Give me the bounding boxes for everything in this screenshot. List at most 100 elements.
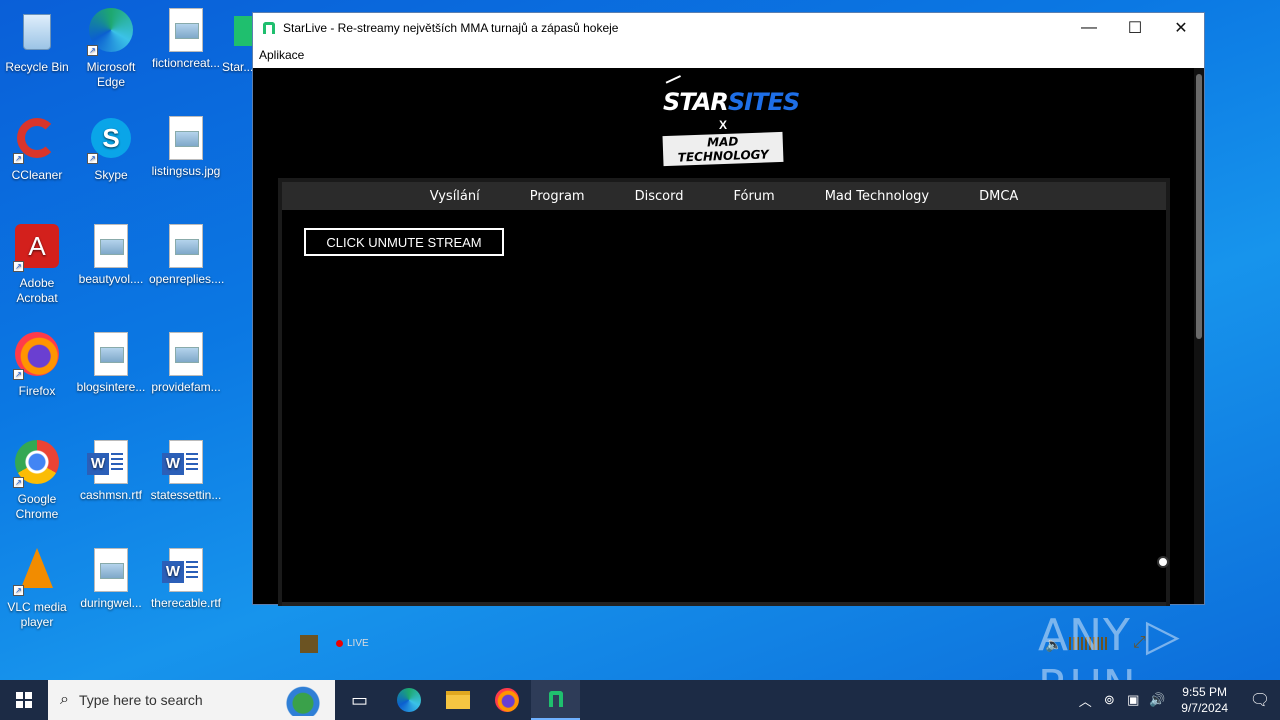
taskbar-search[interactable]: ⌕ Type here to search [48, 680, 335, 720]
nav-vysilani[interactable]: Vysílání [405, 189, 505, 204]
logo-mad-technology-text: MAD TECHNOLOGY [662, 131, 784, 167]
firefox-icon [494, 688, 519, 712]
live-label: LIVE [347, 638, 369, 649]
search-highlight-icon [261, 684, 331, 716]
taskbar-starlive[interactable] [531, 680, 580, 720]
window-title: StarLive - Re-streamy největších MMA tur… [283, 21, 619, 35]
desktop-icon-therecable[interactable]: W therecable.rtf [149, 548, 223, 611]
desktop-icon-label: Microsoft Edge [86, 60, 136, 89]
desktop-icon-label: Adobe Acrobat [16, 276, 58, 305]
desktop-icon-microsoft-edge[interactable]: ↗ Microsoft Edge [74, 8, 148, 90]
nav-discord[interactable]: Discord [610, 189, 709, 204]
ccleaner-icon: ↗ [13, 116, 61, 164]
nav-forum[interactable]: Fórum [708, 189, 799, 204]
desktop: Recycle Bin ↗ Microsoft Edge fictioncrea… [0, 0, 252, 680]
image-file-icon [94, 332, 128, 376]
desktop-icon-label: blogsintere... [76, 380, 146, 394]
desktop-icon-statessettin[interactable]: W statessettin... [149, 440, 223, 503]
desktop-icon-openreplies[interactable]: openreplies.... [149, 224, 224, 287]
volume-icon[interactable]: 🔊 [1145, 692, 1169, 708]
desktop-icon-google-chrome[interactable]: ↗ Google Chrome [0, 440, 74, 522]
skype-icon: S ↗ [87, 116, 135, 164]
start-button[interactable] [0, 680, 48, 720]
chevron-up-icon[interactable]: ︿ [1073, 691, 1097, 710]
desktop-icon-recycle-bin[interactable]: Recycle Bin [0, 8, 74, 75]
desktop-icon-label: Star... [222, 60, 252, 74]
task-view-button[interactable]: ▭ [335, 680, 384, 720]
desktop-icon-label: Google Chrome [15, 492, 59, 521]
desktop-icon-label: beautyvol.... [78, 272, 144, 286]
desktop-icon-firefox[interactable]: ↗ Firefox [0, 332, 74, 399]
desktop-icon-blogsintere[interactable]: blogsintere... [74, 332, 148, 395]
vlc-icon: ↗ [13, 548, 61, 596]
desktop-icon-starlive[interactable]: Star... [222, 8, 252, 75]
menu-bar: Aplikace [253, 43, 1204, 68]
nav-program[interactable]: Program [505, 189, 610, 204]
desktop-icon-providefam[interactable]: providefam... [149, 332, 223, 395]
menu-aplikace[interactable]: Aplikace [259, 48, 304, 62]
notification-icon[interactable]: 🗨 [1240, 690, 1280, 710]
taskbar-edge[interactable] [384, 680, 433, 720]
word-file-icon: W [87, 440, 128, 484]
seek-bar[interactable] [282, 602, 1166, 606]
minimize-button[interactable]: — [1066, 13, 1112, 43]
search-icon: ⌕ [60, 691, 69, 708]
desktop-icon-listingsus[interactable]: listingsus.jpg [149, 116, 223, 179]
scrollbar-thumb[interactable] [1196, 74, 1202, 339]
scrollbar[interactable] [1194, 68, 1204, 604]
acrobat-icon: A ↗ [13, 224, 61, 272]
edge-icon: ↗ [87, 8, 135, 56]
image-file-icon [169, 224, 203, 268]
desktop-icon-fictioncreat[interactable]: fictioncreat... [149, 8, 223, 71]
starlive-app-icon [263, 22, 275, 34]
desktop-icon-label: providefam... [151, 380, 221, 394]
stop-button[interactable] [300, 634, 318, 653]
taskbar: ⌕ Type here to search ▭ ︿ ⊚ ▣ 🔊 9:55 PM … [0, 680, 1280, 720]
desktop-icon-label: statessettin... [150, 488, 222, 502]
clock-date: 9/7/2024 [1181, 701, 1228, 715]
recycle-bin-icon [13, 8, 61, 56]
app-window: StarLive - Re-streamy největších MMA tur… [252, 12, 1205, 653]
desktop-icon-label: VLC media player [7, 600, 67, 629]
desktop-icon-cashmsn[interactable]: W cashmsn.rtf [74, 440, 148, 503]
image-file-icon [169, 116, 203, 160]
network-icon[interactable]: ▣ [1121, 692, 1145, 708]
desktop-icon-label: CCleaner [11, 168, 63, 182]
folder-icon [445, 691, 470, 709]
clock[interactable]: 9:55 PM 9/7/2024 [1181, 684, 1228, 716]
clock-time: 9:55 PM [1182, 685, 1227, 699]
taskbar-firefox[interactable] [482, 680, 531, 720]
desktop-icon-ccleaner[interactable]: ↗ CCleaner [0, 116, 74, 183]
meet-now-icon[interactable]: ⊚ [1097, 692, 1121, 708]
nav-mad-technology[interactable]: Mad Technology [800, 189, 954, 204]
maximize-button[interactable]: ☐ [1112, 13, 1158, 43]
word-file-icon: W [162, 548, 203, 592]
starlive-icon [222, 8, 252, 56]
system-tray: ︿ ⊚ ▣ 🔊 9:55 PM 9/7/2024 🗨 [1073, 680, 1280, 720]
desktop-icon-adobe-acrobat[interactable]: A ↗ Adobe Acrobat [0, 224, 74, 306]
desktop-icon-vlc[interactable]: ↗ VLC media player [0, 548, 74, 630]
image-file-icon [169, 332, 203, 376]
title-bar[interactable]: StarLive - Re-streamy největších MMA tur… [253, 13, 1204, 43]
windows-logo-icon [16, 692, 32, 708]
logo-star-text: STAR [663, 88, 729, 116]
close-button[interactable]: ✕ [1158, 13, 1204, 43]
site-nav: Vysílání Program Discord Fórum Mad Techn… [282, 182, 1166, 210]
unmute-stream-button[interactable]: CLICK UNMUTE STREAM [304, 228, 504, 256]
nav-dmca[interactable]: DMCA [954, 189, 1043, 204]
taskbar-file-explorer[interactable] [433, 680, 482, 720]
image-file-icon [94, 548, 128, 592]
site-logo[interactable]: STARSITES X MAD TECHNOLOGY [662, 75, 800, 167]
image-file-icon [94, 224, 128, 268]
search-placeholder: Type here to search [78, 692, 203, 708]
desktop-icon-duringwel[interactable]: duringwel... [74, 548, 148, 611]
seek-handle[interactable] [1157, 556, 1169, 568]
live-dot-icon [336, 640, 343, 647]
desktop-icon-label: therecable.rtf [150, 596, 222, 610]
desktop-icon-skype[interactable]: S ↗ Skype [74, 116, 148, 183]
starlive-icon [548, 691, 563, 707]
desktop-icon-label: Skype [94, 168, 128, 182]
desktop-icon-label: listingsus.jpg [151, 164, 221, 178]
desktop-icon-beautyvol[interactable]: beautyvol.... [74, 224, 148, 287]
desktop-icon-label: cashmsn.rtf [79, 488, 142, 502]
